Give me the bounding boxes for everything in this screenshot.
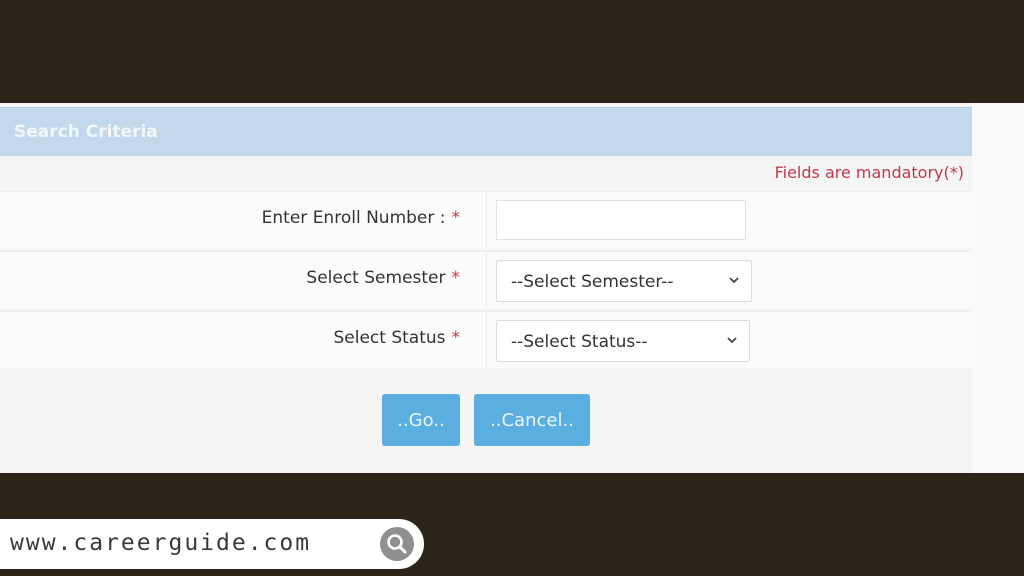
enroll-number-input[interactable] <box>496 200 746 240</box>
watermark-text: www.careerguide.com <box>10 530 312 556</box>
status-select[interactable]: --Select Status-- <box>496 320 750 362</box>
row-divider <box>486 312 487 368</box>
required-mark: * <box>451 328 461 348</box>
watermark-banner: www.careerguide.com <box>0 519 424 569</box>
enroll-label: Enter Enroll Number : * <box>261 208 461 228</box>
chevron-down-icon <box>727 337 737 344</box>
semester-row: Select Semester * --Select Semester-- <box>0 251 972 308</box>
required-mark: * <box>451 208 461 228</box>
enroll-row: Enter Enroll Number : * <box>0 191 972 248</box>
panel-header: Search Criteria <box>0 107 972 156</box>
panel-title: Search Criteria <box>14 122 158 142</box>
right-strip <box>972 103 1024 473</box>
row-divider <box>486 192 487 248</box>
semester-selected-value: --Select Semester-- <box>511 272 674 292</box>
mandatory-note: Fields are mandatory(*) <box>774 163 964 182</box>
semester-label: Select Semester * <box>306 268 460 288</box>
required-mark: * <box>451 268 461 288</box>
go-button[interactable]: ..Go.. <box>382 394 460 446</box>
cancel-button[interactable]: ..Cancel.. <box>474 394 590 446</box>
semester-select[interactable]: --Select Semester-- <box>496 260 752 302</box>
search-icon <box>380 527 414 561</box>
row-divider <box>486 252 487 308</box>
status-selected-value: --Select Status-- <box>511 332 648 352</box>
status-row: Select Status * --Select Status-- <box>0 311 972 368</box>
status-label: Select Status * <box>333 328 460 348</box>
chevron-down-icon <box>729 277 739 284</box>
